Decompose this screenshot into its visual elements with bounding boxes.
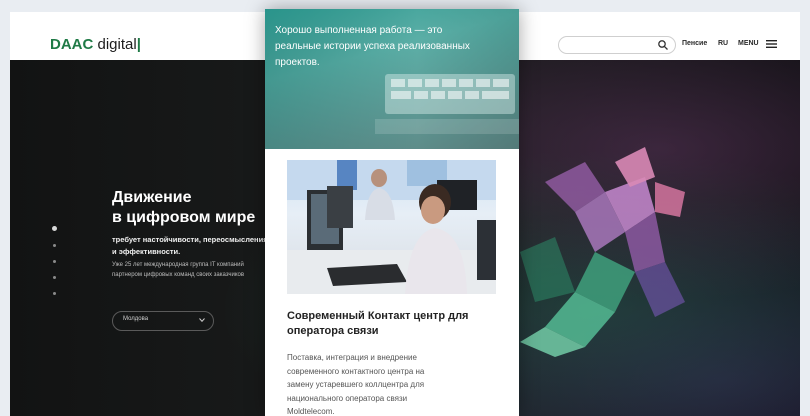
logo-primary: DAAC [50,36,94,53]
card-description: Поставка, интеграция и внедрение совреме… [287,353,425,416]
hero-subtitle: требует настойчивости, переосмысления и … [112,235,268,256]
language-switch[interactable]: RU [718,40,728,47]
search-input[interactable] [558,36,676,54]
pager-dot[interactable] [53,260,56,263]
card-banner: Хорошо выполненная работа — это реальные… [265,9,519,149]
hero-title: Движение в цифровом мире [112,189,256,226]
menu-label[interactable]: MENU [738,40,759,47]
pager-dot[interactable] [53,244,56,247]
keyboard-image [375,74,519,134]
pager-dot[interactable] [53,276,56,279]
region-select-value: Молдова [123,316,149,322]
case-study-card[interactable]: Хорошо выполненная работа — это реальные… [265,9,519,416]
region-select[interactable]: Молдова [112,311,214,331]
nav-item-services[interactable]: Пенсие [682,40,707,47]
pager-dot-active[interactable] [52,226,57,231]
banner-text: Хорошо выполненная работа — это реальные… [275,25,470,68]
card-title[interactable]: Современный Контакт центр для оператора … [287,309,499,339]
chevron-down-icon [199,318,205,322]
pager-dots[interactable] [52,226,59,308]
logo-mark: | [136,36,141,53]
search-icon[interactable] [657,39,669,51]
runner-illustration [515,142,715,362]
pager-dot[interactable] [53,292,56,295]
hero-description: Уже 25 лет международная группа IT компа… [112,262,245,278]
hamburger-icon[interactable] [766,40,777,48]
logo[interactable]: DAAC digital| [50,36,141,53]
contact-center-photo [287,160,496,294]
logo-secondary: digital [93,36,137,53]
